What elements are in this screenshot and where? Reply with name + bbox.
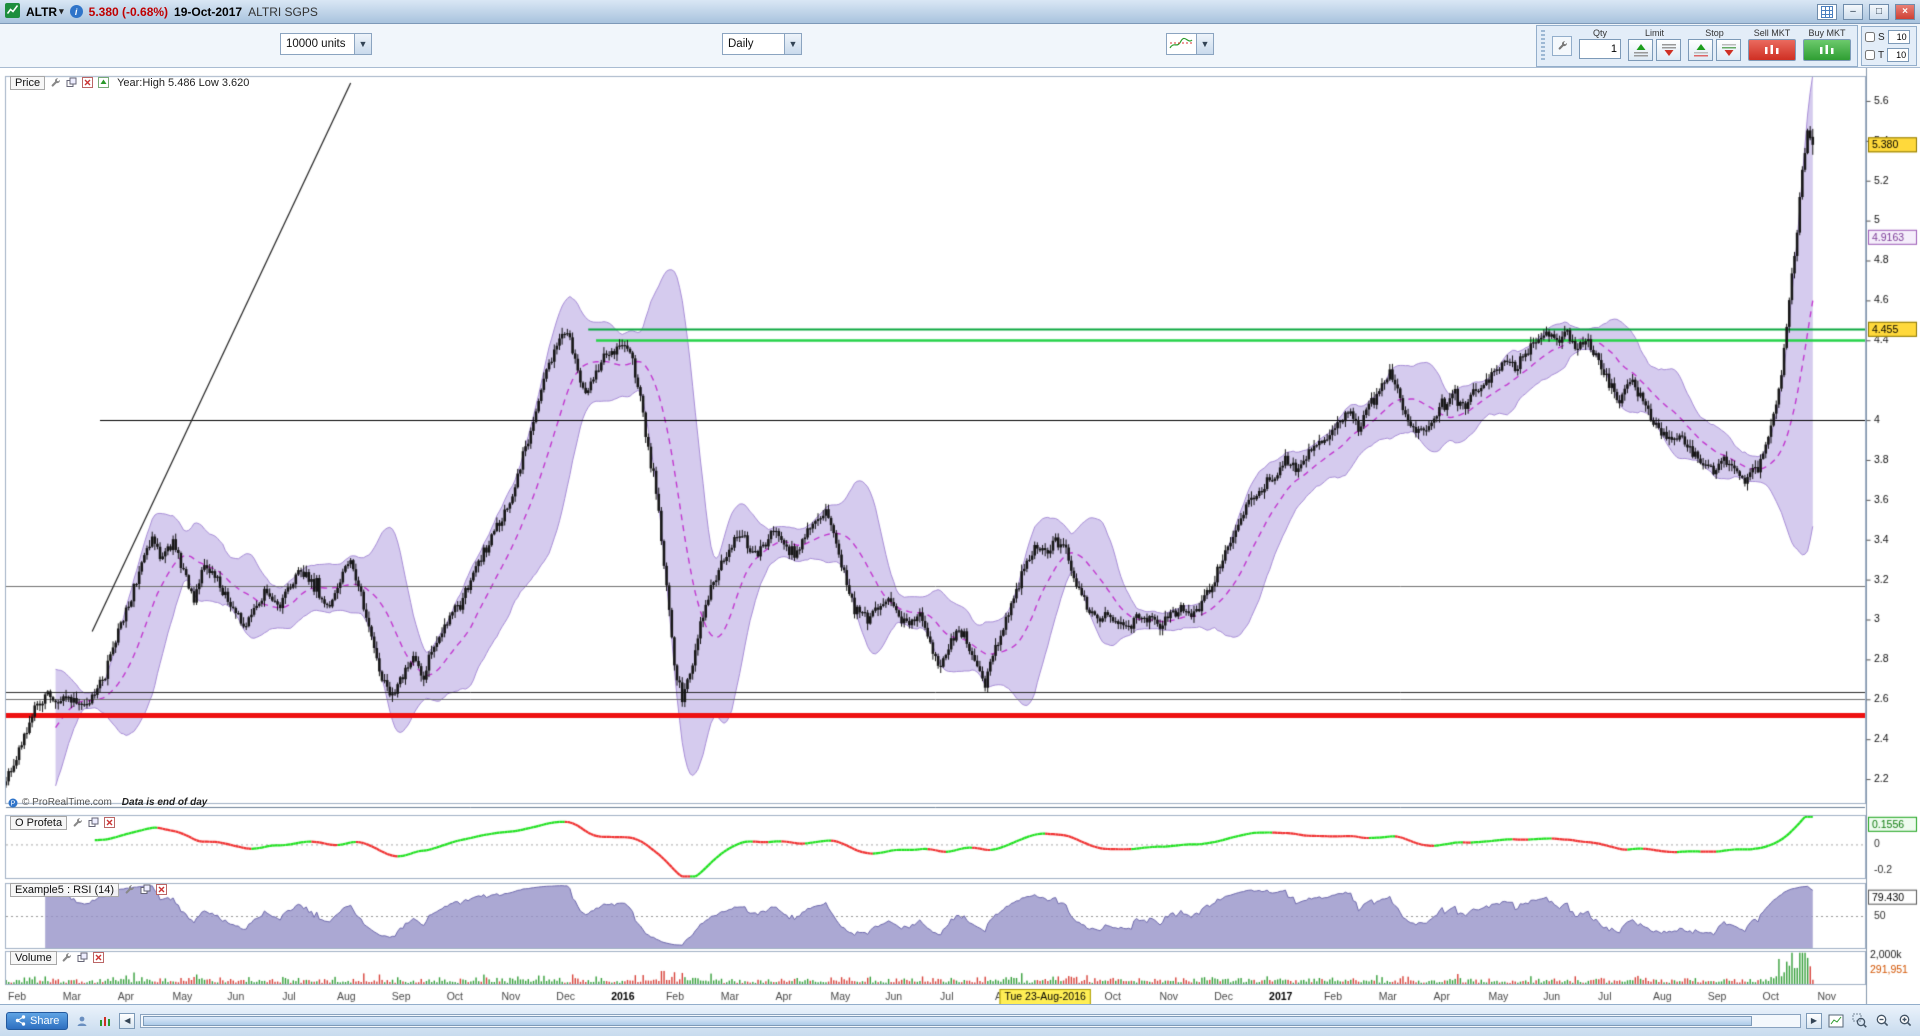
volume-panel-title[interactable]: Volume	[10, 951, 57, 965]
stop-order-row: S	[1865, 30, 1913, 44]
profeta-panel-title[interactable]: O Profeta	[10, 816, 67, 830]
panel-grip-handle[interactable]	[1541, 30, 1545, 61]
trailing-short-label: T	[1878, 50, 1884, 61]
buy-limit-button[interactable]	[1628, 39, 1653, 61]
sell-mkt-column: Sell MKT	[1748, 27, 1796, 64]
info-icon[interactable]: i	[70, 5, 83, 18]
profeta-panel-header: O Profeta	[10, 815, 115, 830]
close-panel-icon[interactable]	[155, 884, 167, 896]
zoom-selection-icon[interactable]	[1850, 1012, 1868, 1030]
sell-mkt-label: Sell MKT	[1754, 27, 1791, 39]
buy-stop-button[interactable]	[1688, 39, 1713, 61]
stop-value-input[interactable]	[1888, 30, 1910, 44]
qty-column: Qty	[1579, 27, 1621, 64]
settings-wrench-icon[interactable]	[71, 817, 83, 829]
sell-stop-button[interactable]	[1716, 39, 1741, 61]
settings-wrench-icon[interactable]	[123, 884, 135, 896]
chart-area: Price Year:High 5.486 Low 3.620 P © ProR…	[0, 68, 1920, 1004]
title-bar: ALTR ▾ i 5.380 (-0.68%) 19-Oct-2017 ALTR…	[0, 0, 1920, 24]
detach-window-icon[interactable]	[65, 77, 77, 89]
last-price: 5.380	[89, 5, 119, 19]
detach-window-icon[interactable]	[77, 952, 89, 964]
copyright-label: © ProRealTime.com	[22, 797, 112, 808]
chevron-down-icon: ▼	[354, 34, 371, 54]
settings-wrench-icon[interactable]	[49, 77, 61, 89]
limit-label: Limit	[1645, 27, 1664, 39]
timeframe-dropdown[interactable]: Daily ▼	[722, 33, 802, 55]
symbol-selector[interactable]: ALTR ▾	[26, 5, 64, 19]
stop-label: Stop	[1705, 27, 1724, 39]
sell-limit-button[interactable]	[1656, 39, 1681, 61]
buy-mkt-column: Buy MKT	[1803, 27, 1851, 64]
trailing-value-input[interactable]	[1887, 48, 1909, 62]
detach-window-icon[interactable]	[87, 817, 99, 829]
units-value: 10000 units	[281, 38, 354, 50]
chart-scrollbar[interactable]	[140, 1014, 1801, 1028]
scroll-right-button[interactable]: ▶	[1806, 1013, 1822, 1029]
limit-column: Limit	[1628, 27, 1681, 64]
buy-market-button[interactable]	[1803, 39, 1851, 61]
stop-trailing-box: S T	[1861, 26, 1917, 66]
buy-mkt-label: Buy MKT	[1808, 27, 1845, 39]
settings-wrench-icon[interactable]	[61, 952, 73, 964]
timeframe-value: Daily	[723, 38, 784, 50]
qty-input[interactable]	[1579, 39, 1621, 59]
svg-text:P: P	[11, 800, 16, 807]
symbol-label: ALTR	[26, 5, 57, 19]
share-label: Share	[30, 1015, 59, 1027]
stop-column: Stop	[1688, 27, 1741, 64]
main-toolbar: 10000 units ▼ Daily ▼ ▼ Qty Limit	[0, 24, 1920, 68]
quote-date: 19-Oct-2017	[174, 5, 242, 19]
minimize-button[interactable]: –	[1843, 4, 1863, 20]
rsi-panel-header: Example5 : RSI (14)	[10, 882, 167, 897]
sell-market-button[interactable]	[1748, 39, 1796, 61]
share-icon	[15, 1015, 26, 1026]
price-change: (-0.68%)	[122, 5, 168, 19]
year-high-low-label: Year:High 5.486 Low 3.620	[117, 77, 249, 89]
close-panel-icon[interactable]	[81, 77, 93, 89]
watermark: P © ProRealTime.com Data is end of day	[8, 797, 207, 808]
chevron-down-icon: ▼	[1196, 34, 1213, 54]
price-panel-header: Price Year:High 5.486 Low 3.620	[10, 75, 249, 90]
chevron-down-icon: ▾	[59, 6, 64, 17]
bottom-toolbar: Share ◀ ▶	[0, 1004, 1920, 1036]
chart-style-dropdown[interactable]: ▼	[1166, 33, 1214, 55]
volume-panel-header: Volume	[10, 950, 105, 965]
close-panel-icon[interactable]	[93, 952, 105, 964]
chevron-down-icon: ▼	[784, 34, 801, 54]
zoom-out-icon[interactable]	[1873, 1012, 1891, 1030]
close-button[interactable]: ×	[1895, 4, 1915, 20]
chart-style-icon	[1167, 35, 1196, 54]
scroll-left-button[interactable]: ◀	[119, 1013, 135, 1029]
security-name: ALTRI SGPS	[248, 5, 318, 19]
workspace-grid-icon[interactable]	[1817, 4, 1837, 20]
close-panel-icon[interactable]	[103, 817, 115, 829]
chart-canvas[interactable]	[0, 68, 1920, 1004]
user-icon[interactable]	[73, 1012, 91, 1030]
units-dropdown[interactable]: 10000 units ▼	[280, 33, 372, 55]
zoom-in-icon[interactable]	[1896, 1012, 1914, 1030]
rsi-panel-title[interactable]: Example5 : RSI (14)	[10, 883, 119, 897]
last-price-change: 5.380 (-0.68%)	[89, 5, 168, 19]
app-logo-icon	[5, 3, 20, 21]
mini-chart-icon[interactable]	[96, 1012, 114, 1030]
prorealtime-logo-icon: P	[8, 798, 18, 808]
data-note-label: Data is end of day	[122, 797, 208, 808]
qty-label: Qty	[1593, 27, 1607, 39]
scale-up-icon[interactable]	[97, 77, 109, 89]
stop-short-label: S	[1878, 32, 1885, 43]
price-panel-title[interactable]: Price	[10, 76, 45, 90]
maximize-button[interactable]: □	[1869, 4, 1889, 20]
scrollbar-thumb[interactable]	[143, 1016, 1752, 1026]
trading-panel: Qty Limit Stop	[1536, 25, 1858, 67]
detach-window-icon[interactable]	[139, 884, 151, 896]
trading-settings-button[interactable]	[1552, 36, 1572, 56]
expand-chart-icon[interactable]	[1827, 1012, 1845, 1030]
share-button[interactable]: Share	[6, 1012, 68, 1030]
trailing-order-row: T	[1865, 48, 1913, 62]
stop-checkbox[interactable]	[1865, 32, 1875, 42]
trailing-checkbox[interactable]	[1865, 50, 1875, 60]
